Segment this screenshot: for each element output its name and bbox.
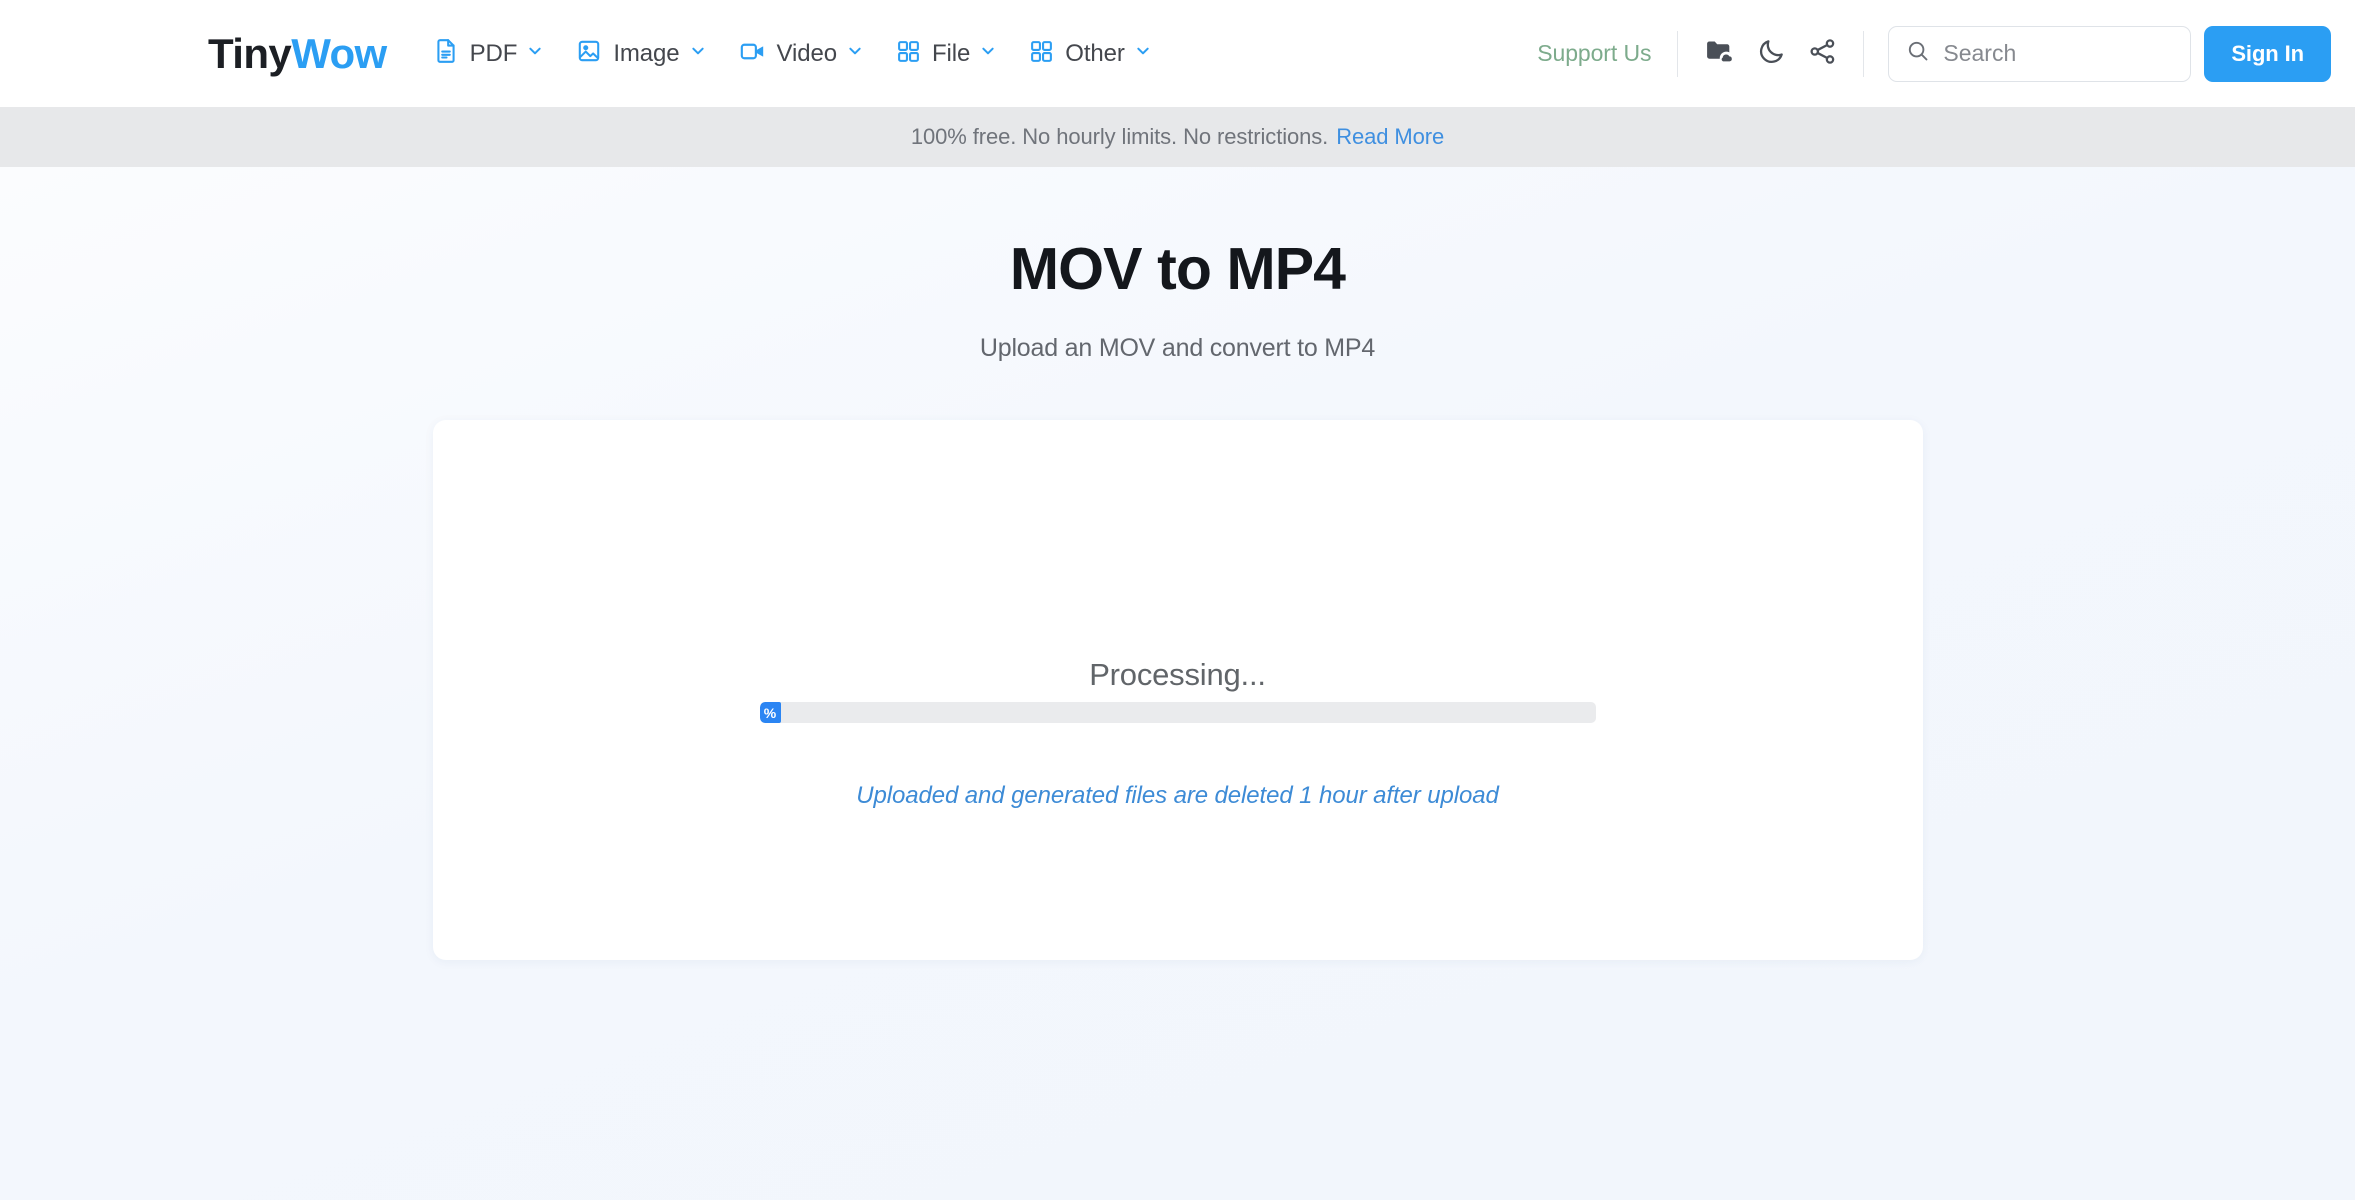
- chevron-down-icon: [527, 43, 543, 64]
- search-icon: [1906, 39, 1930, 68]
- moon-icon[interactable]: [1757, 37, 1786, 71]
- logo-text-tiny: Tiny: [208, 29, 292, 77]
- processing-status-text: Processing...: [1089, 657, 1266, 692]
- nav-label-video: Video: [776, 39, 838, 67]
- page-subtitle: Upload an MOV and convert to MP4: [979, 334, 1376, 362]
- read-more-link[interactable]: Read More: [1336, 124, 1444, 150]
- nav-item-other[interactable]: Other: [1029, 39, 1151, 69]
- support-us-link[interactable]: Support Us: [1537, 40, 1651, 67]
- header-icon-group: [1678, 36, 1863, 72]
- folder-cloud-icon[interactable]: [1704, 36, 1735, 72]
- search-box[interactable]: [1888, 25, 2192, 82]
- image-icon: [576, 38, 602, 69]
- logo-text-wow: Wow: [291, 29, 387, 77]
- sign-in-button[interactable]: Sign In: [2204, 25, 2331, 82]
- grid-squares-icon: [896, 39, 921, 69]
- page-title: MOV to MP4: [1009, 236, 1346, 302]
- file-deletion-footnote: Uploaded and generated files are deleted…: [856, 782, 1499, 809]
- progress-bar: %: [759, 702, 1596, 723]
- header-right-zone: Support Us Search Sign In: [1537, 25, 2355, 82]
- conversion-card: Processing... %: [432, 420, 1923, 960]
- chevron-down-icon: [690, 43, 706, 64]
- chevron-down-icon: [980, 43, 996, 64]
- search-input[interactable]: [1943, 40, 2174, 67]
- main-content: MOV to MP4 Upload an MOV and convert to …: [0, 167, 2355, 1200]
- header-divider-right: [1863, 30, 1865, 77]
- promo-notice-bar: 100% free. No hourly limits. No restrict…: [0, 107, 2355, 167]
- share-icon[interactable]: [1808, 37, 1837, 71]
- site-header: TinyWow PDF Image Video File Other Suppo…: [0, 0, 2355, 107]
- pdf-document-icon: [433, 38, 459, 69]
- site-logo[interactable]: TinyWow: [208, 30, 387, 78]
- nav-label-other: Other: [1065, 39, 1125, 67]
- nav-item-video[interactable]: Video: [739, 38, 863, 70]
- progress-bar-fill: %: [759, 702, 781, 723]
- video-camera-icon: [739, 38, 766, 70]
- nav-label-pdf: PDF: [469, 39, 518, 67]
- nav-item-pdf[interactable]: PDF: [433, 38, 544, 69]
- chevron-down-icon: [1135, 43, 1151, 64]
- nav-label-image: Image: [613, 39, 680, 67]
- promo-notice-text: 100% free. No hourly limits. No restrict…: [910, 124, 1329, 149]
- nav-item-file[interactable]: File: [896, 39, 996, 69]
- main-navigation: PDF Image Video File Other: [433, 38, 1151, 70]
- grid-squares-icon: [1029, 39, 1054, 69]
- chevron-down-icon: [847, 43, 863, 64]
- nav-item-image[interactable]: Image: [576, 38, 705, 69]
- nav-label-file: File: [931, 39, 971, 67]
